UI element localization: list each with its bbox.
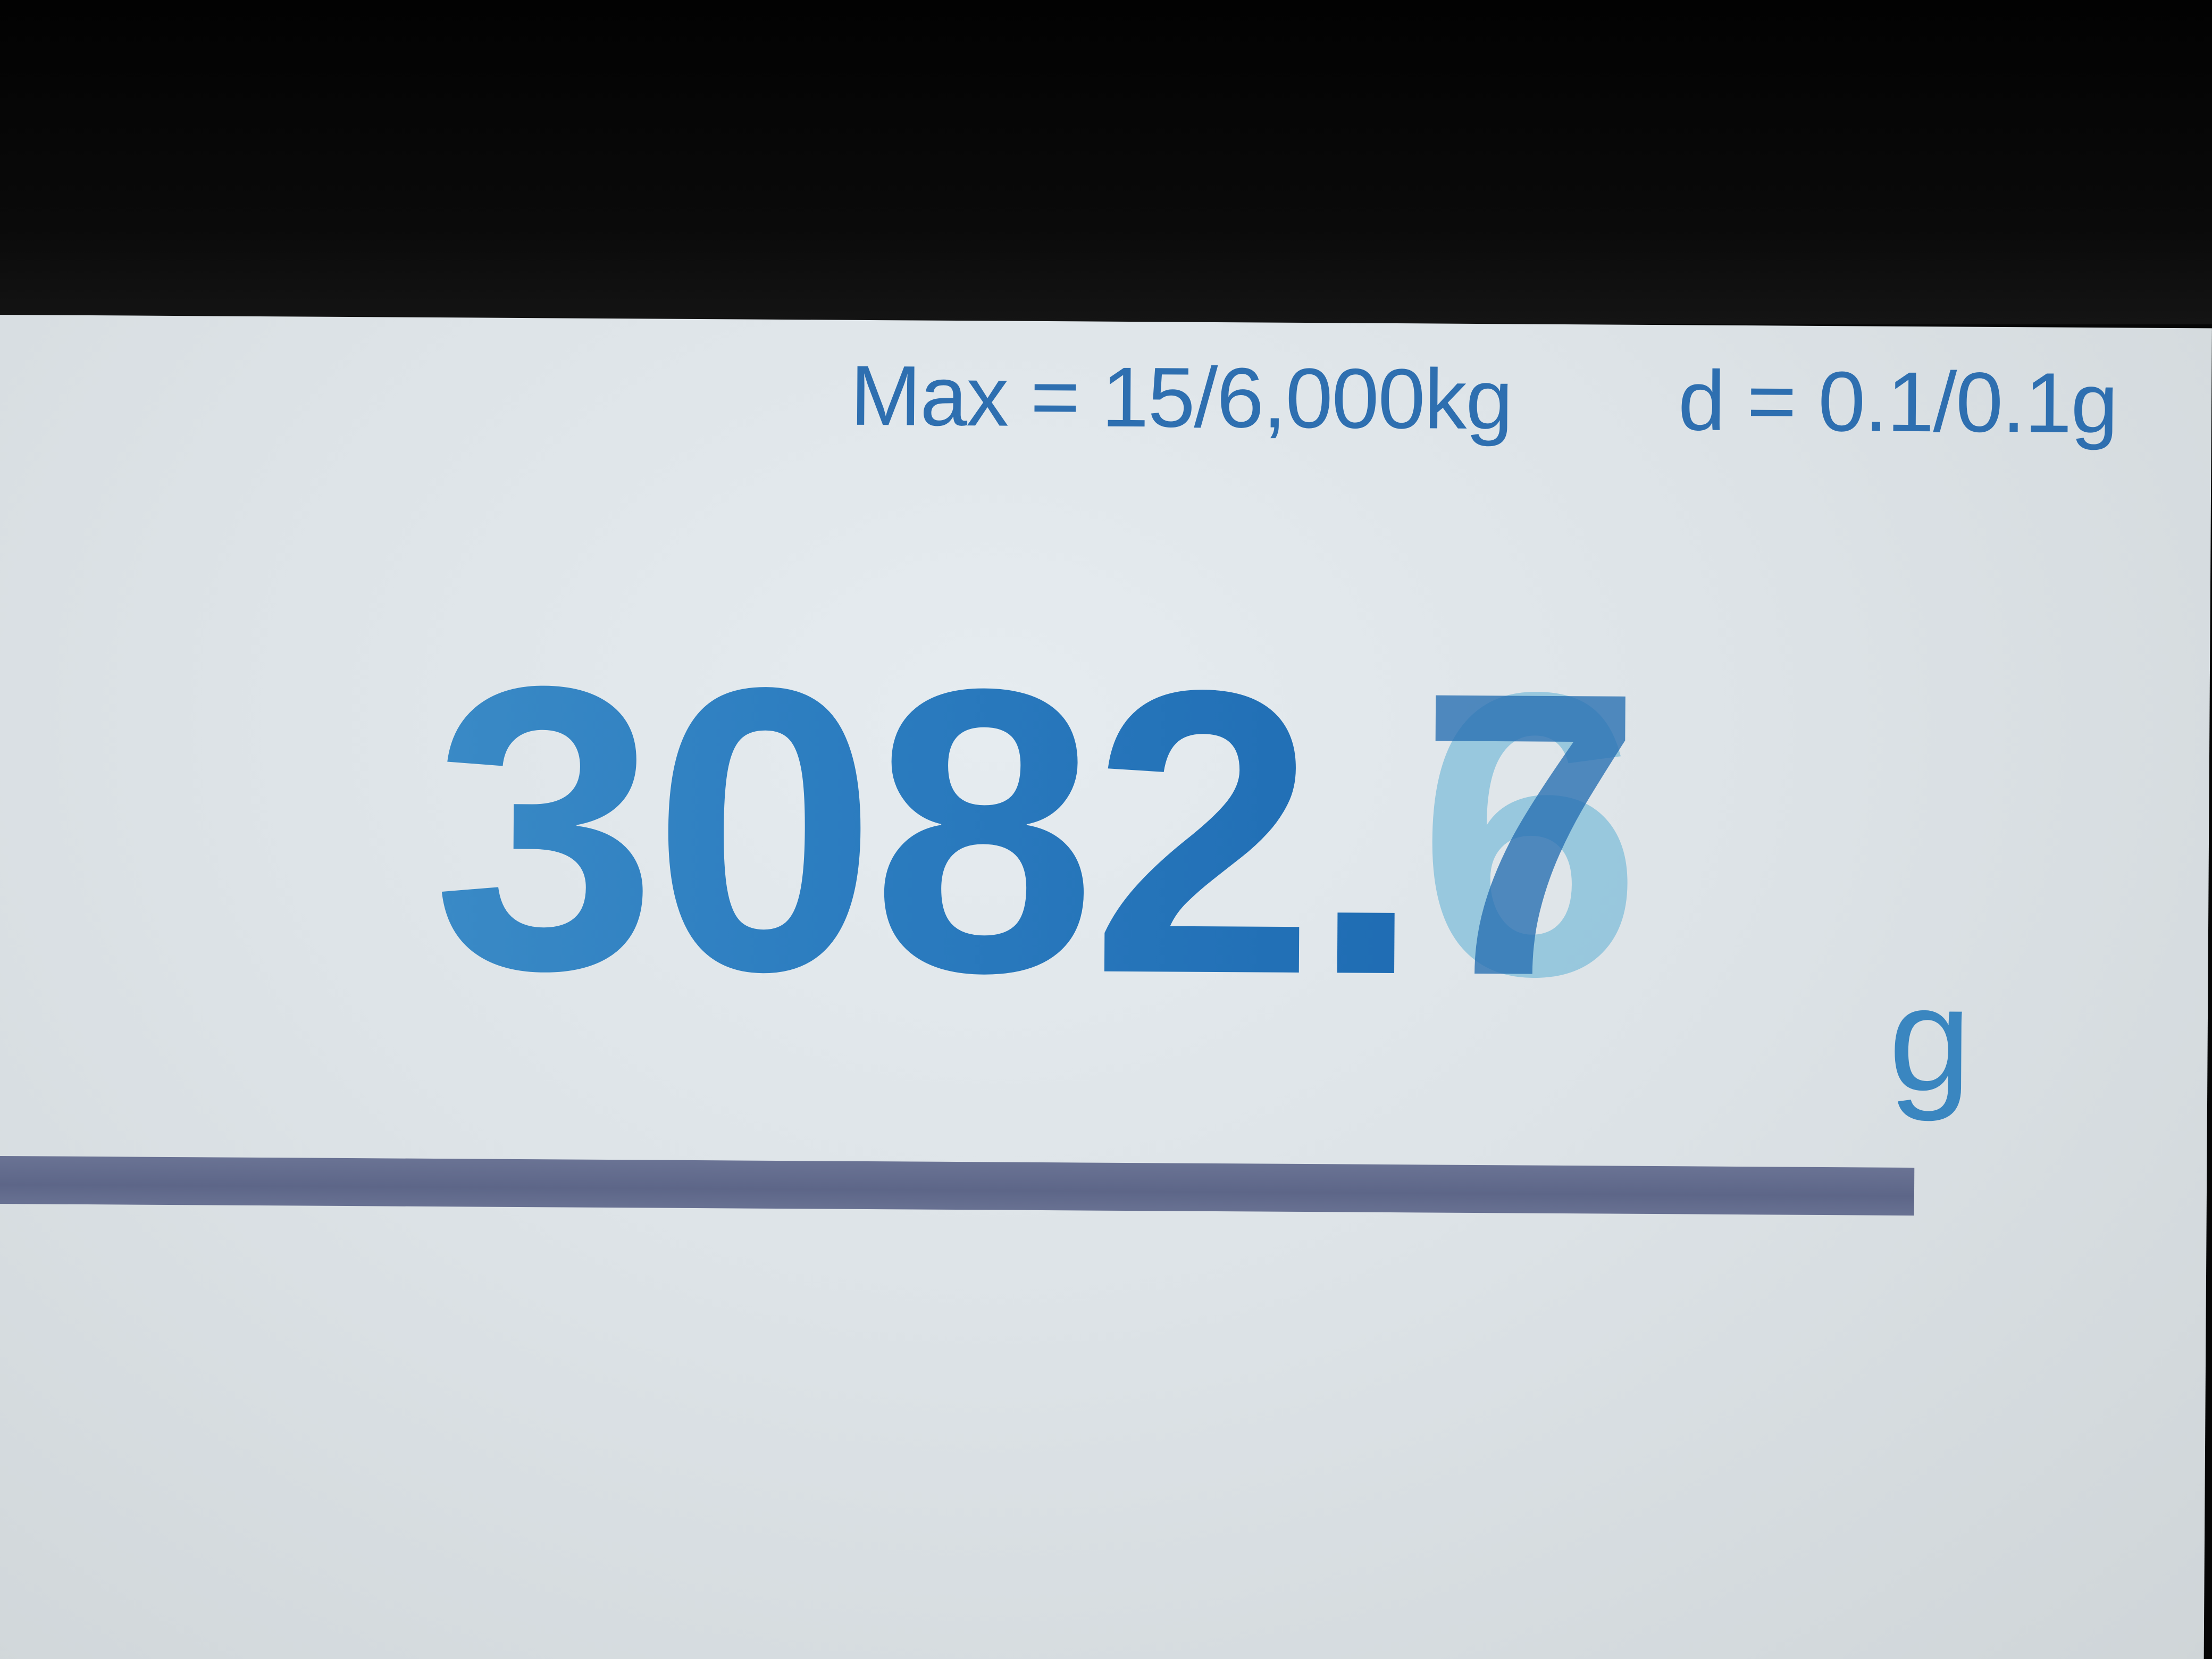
division-label: d = 0.1/0.1g	[1678, 353, 2118, 451]
last-digit-current: 7	[1416, 608, 1639, 1061]
weight-digits: 3082.	[431, 601, 1419, 1060]
weight-unit: g	[1888, 956, 1972, 1122]
last-digit-transition: 67	[1416, 608, 1641, 1061]
max-capacity-label: Max = 15/6,000kg	[850, 347, 1513, 447]
load-bar-fill	[0, 1155, 1915, 1216]
device-bezel	[0, 0, 2212, 324]
scale-screen: Max = 15/6,000kg d = 0.1/0.1g 3082. 6 7 g	[0, 315, 2212, 1659]
spec-line: Max = 15/6,000kg d = 0.1/0.1g	[850, 347, 2118, 453]
weight-reading: 3082. 6 7	[431, 601, 1641, 1061]
load-bar	[0, 1155, 1915, 1216]
photo-frame: Max = 15/6,000kg d = 0.1/0.1g 3082. 6 7 g	[0, 0, 2212, 1659]
